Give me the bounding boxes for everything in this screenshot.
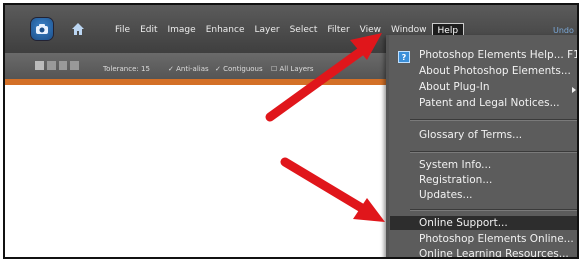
arrow-to-online-support xyxy=(280,157,385,222)
screenshot-frame: File Edit Image Enhance Layer Select Fil… xyxy=(3,3,579,259)
arrow-to-help-menu xyxy=(265,33,382,122)
annotation-arrows xyxy=(265,33,385,222)
